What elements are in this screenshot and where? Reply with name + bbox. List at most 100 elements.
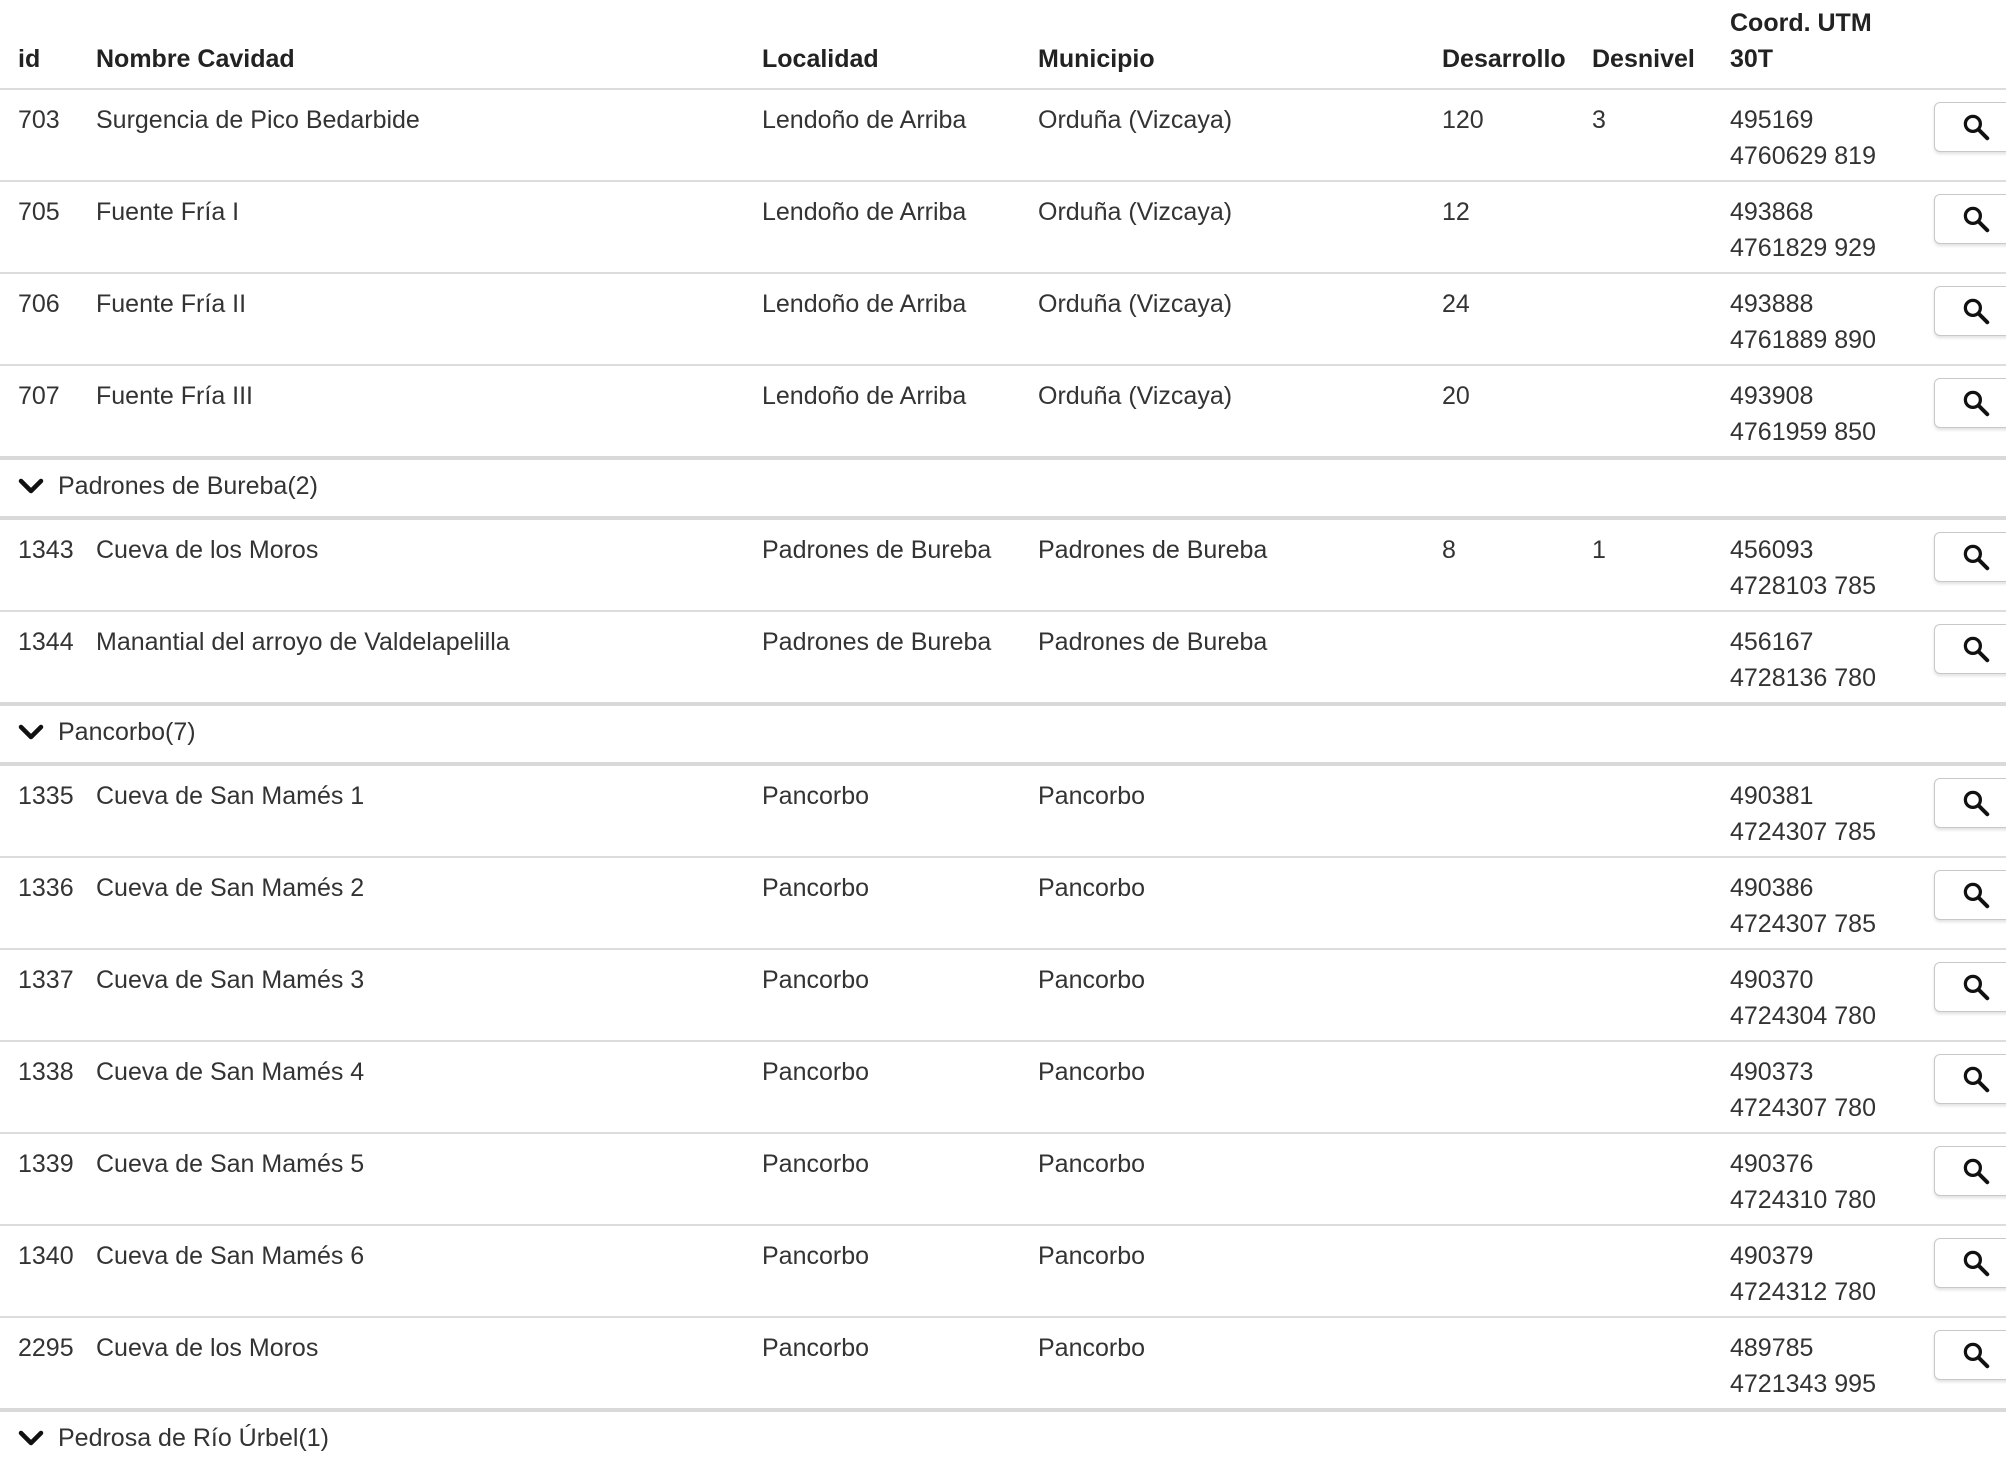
column-header-desarrollo[interactable]: Desarrollo xyxy=(1442,0,1592,90)
cell-desarrollo xyxy=(1442,856,1592,949)
cell-id: 1338 xyxy=(0,1040,96,1133)
coord-y-z: 4724307 785 xyxy=(1730,818,1876,846)
coord-x: 493908 xyxy=(1730,382,1814,410)
cell-coord: 490386 4724307 785 xyxy=(1730,856,1920,949)
caves-table-container: id Nombre Cavidad Localidad Municipio De… xyxy=(0,0,2006,1468)
view-details-button[interactable] xyxy=(1934,870,2006,920)
cell-nombre: Cueva de San Mamés 2 xyxy=(96,856,762,949)
view-details-button[interactable] xyxy=(1934,1054,2006,1104)
table-row: 1340 Cueva de San Mamés 6 Pancorbo Pancorbo… xyxy=(0,1224,2006,1317)
coord-y-z: 4760629 819 xyxy=(1730,142,1876,170)
coord-x: 490376 xyxy=(1730,1150,1814,1178)
column-header-id[interactable]: id xyxy=(0,0,96,90)
group-header-cell[interactable]: Padrones de Bureba(2) xyxy=(0,456,2006,518)
group-header-row[interactable]: Pedrosa de Río Úrbel(1) xyxy=(0,1408,2006,1468)
cell-municipio: Padrones de Bureba xyxy=(1038,610,1442,704)
coord-y-z: 4724310 780 xyxy=(1730,1186,1876,1214)
column-header-municipio[interactable]: Municipio xyxy=(1038,0,1442,90)
search-icon xyxy=(1961,296,1991,326)
view-details-button[interactable] xyxy=(1934,286,2006,336)
cell-id: 1344 xyxy=(0,610,96,704)
cell-municipio: Pancorbo xyxy=(1038,1040,1442,1133)
cell-desarrollo: 24 xyxy=(1442,272,1592,365)
column-header-actions xyxy=(1920,0,2006,90)
coord-y-z: 4724307 780 xyxy=(1730,1094,1876,1122)
cell-id: 1337 xyxy=(0,948,96,1041)
cell-coord: 493888 4761889 890 xyxy=(1730,272,1920,365)
view-details-button[interactable] xyxy=(1934,1330,2006,1380)
view-details-button[interactable] xyxy=(1934,778,2006,828)
cell-desnivel xyxy=(1592,762,1730,857)
cell-nombre: Surgencia de Pico Bedarbide xyxy=(96,88,762,181)
search-icon xyxy=(1961,1248,1991,1278)
table-row: 706 Fuente Fría II Lendoño de Arriba Orduña… xyxy=(0,272,2006,365)
cell-coord: 490376 4724310 780 xyxy=(1730,1132,1920,1225)
view-details-button[interactable] xyxy=(1934,1146,2006,1196)
search-icon xyxy=(1961,388,1991,418)
cell-localidad: Lendoño de Arriba xyxy=(762,88,1038,181)
coord-header-line1: Coord. UTM xyxy=(1730,9,1872,37)
cell-actions xyxy=(1920,88,2006,181)
cell-localidad: Lendoño de Arriba xyxy=(762,364,1038,458)
cell-municipio: Orduña (Vizcaya) xyxy=(1038,364,1442,458)
group-header-cell[interactable]: Pedrosa de Río Úrbel(1) xyxy=(0,1408,2006,1468)
cell-nombre: Manantial del arroyo de Valdelapelilla xyxy=(96,610,762,704)
column-header-localidad[interactable]: Localidad xyxy=(762,0,1038,90)
group-header-cell[interactable]: Pancorbo(7) xyxy=(0,702,2006,764)
view-details-button[interactable] xyxy=(1934,1238,2006,1288)
cell-desnivel xyxy=(1592,1132,1730,1225)
search-icon xyxy=(1961,880,1991,910)
cell-desnivel xyxy=(1592,610,1730,704)
cell-id: 1339 xyxy=(0,1132,96,1225)
view-details-button[interactable] xyxy=(1934,102,2006,152)
chevron-down-icon[interactable] xyxy=(18,1421,58,1457)
cell-desarrollo xyxy=(1442,1040,1592,1133)
coord-x: 490381 xyxy=(1730,782,1814,810)
coord-x: 490373 xyxy=(1730,1058,1814,1086)
group-header-row[interactable]: Pancorbo(7) xyxy=(0,702,2006,764)
cell-id: 706 xyxy=(0,272,96,365)
cell-nombre: Cueva de San Mamés 1 xyxy=(96,762,762,857)
cell-actions xyxy=(1920,948,2006,1041)
cell-desnivel: 1 xyxy=(1592,516,1730,611)
coord-x: 493888 xyxy=(1730,290,1814,318)
search-icon xyxy=(1961,112,1991,142)
cell-actions xyxy=(1920,180,2006,273)
cell-actions xyxy=(1920,1040,2006,1133)
table-row: 705 Fuente Fría I Lendoño de Arriba Orduña … xyxy=(0,180,2006,273)
cell-municipio: Pancorbo xyxy=(1038,1316,1442,1410)
table-row: 1338 Cueva de San Mamés 4 Pancorbo Pancorbo… xyxy=(0,1040,2006,1133)
group-header-row[interactable]: Padrones de Bureba(2) xyxy=(0,456,2006,518)
column-header-coord[interactable]: Coord. UTM 30T xyxy=(1730,0,1920,90)
cell-desnivel xyxy=(1592,1040,1730,1133)
table-row: 707 Fuente Fría III Lendoño de Arriba Orduñ… xyxy=(0,364,2006,458)
column-header-nombre[interactable]: Nombre Cavidad xyxy=(96,0,762,90)
coord-x: 493868 xyxy=(1730,198,1814,226)
search-icon xyxy=(1961,204,1991,234)
cell-coord: 456167 4728136 780 xyxy=(1730,610,1920,704)
chevron-down-icon[interactable] xyxy=(18,715,58,751)
cell-municipio: Pancorbo xyxy=(1038,762,1442,857)
view-details-button[interactable] xyxy=(1934,194,2006,244)
coord-y-z: 4761829 929 xyxy=(1730,234,1876,262)
coord-x: 495169 xyxy=(1730,106,1814,134)
column-header-desnivel[interactable]: Desnivel xyxy=(1592,0,1730,90)
chevron-down-icon[interactable] xyxy=(18,469,58,505)
coord-y-z: 4724304 780 xyxy=(1730,1002,1876,1030)
view-details-button[interactable] xyxy=(1934,378,2006,428)
coord-header-line2: 30T xyxy=(1730,45,1774,73)
coord-y-z: 4724307 785 xyxy=(1730,910,1876,938)
cell-nombre: Cueva de los Moros xyxy=(96,516,762,611)
view-details-button[interactable] xyxy=(1934,532,2006,582)
table-header: id Nombre Cavidad Localidad Municipio De… xyxy=(0,0,2006,90)
cell-municipio: Padrones de Bureba xyxy=(1038,516,1442,611)
cell-desarrollo xyxy=(1442,610,1592,704)
cell-actions xyxy=(1920,1132,2006,1225)
view-details-button[interactable] xyxy=(1934,624,2006,674)
cell-desnivel: 3 xyxy=(1592,88,1730,181)
view-details-button[interactable] xyxy=(1934,962,2006,1012)
table-row: 1336 Cueva de San Mamés 2 Pancorbo Pancorbo… xyxy=(0,856,2006,949)
table-row: 703 Surgencia de Pico Bedarbide Lendoño de… xyxy=(0,88,2006,181)
cell-desnivel xyxy=(1592,364,1730,458)
table-row: 1339 Cueva de San Mamés 5 Pancorbo Pancorbo… xyxy=(0,1132,2006,1225)
